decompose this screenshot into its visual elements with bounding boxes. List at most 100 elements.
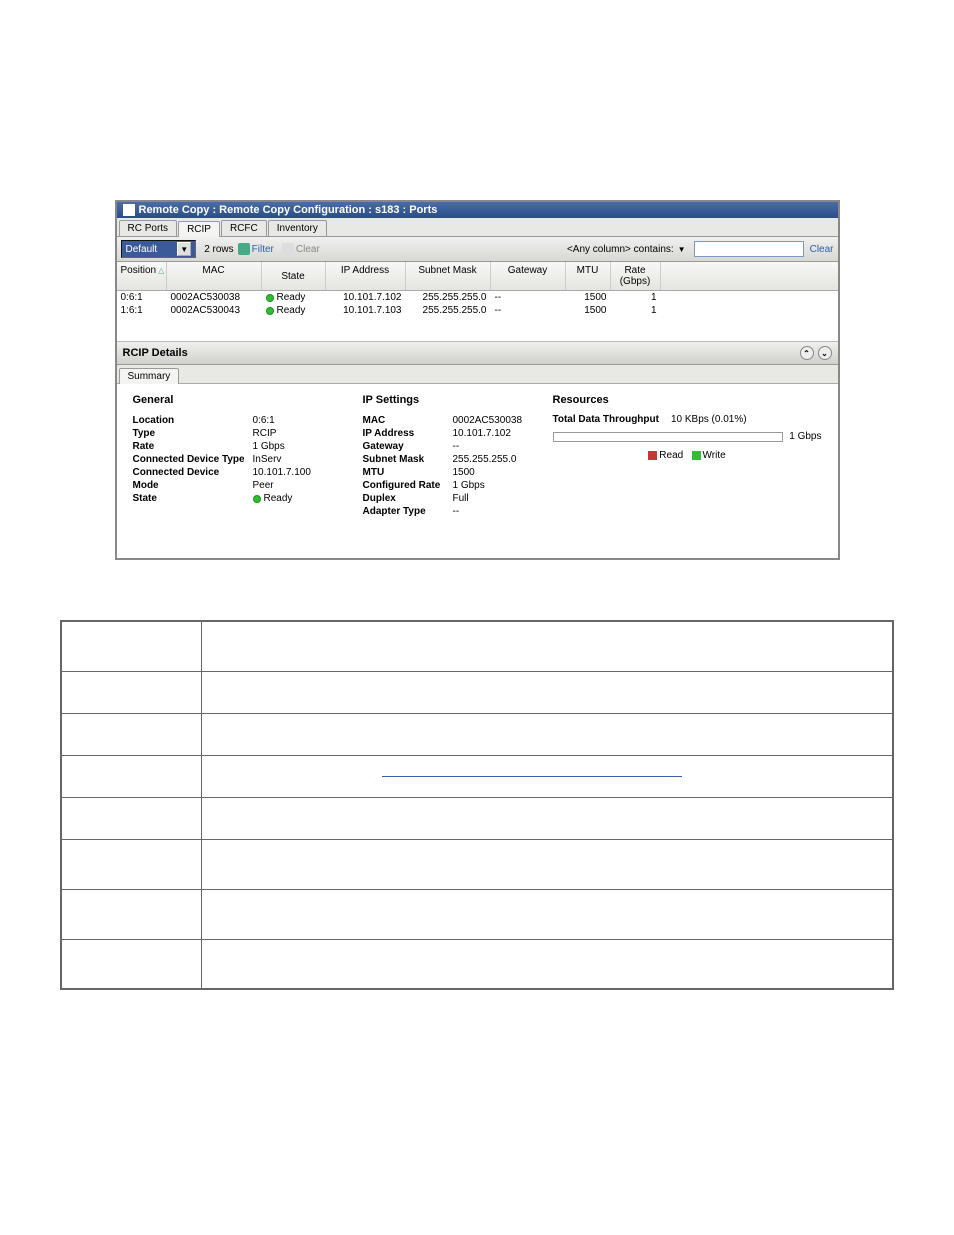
kv-key: Configured Rate	[363, 479, 453, 492]
legend: Read Write	[553, 450, 822, 461]
ip-heading: IP Settings	[363, 394, 533, 406]
kv-value: Ready	[253, 492, 343, 505]
details-tabs: Summary	[117, 365, 838, 384]
kv-key: Gateway	[363, 440, 453, 453]
tab-inventory[interactable]: Inventory	[268, 220, 327, 236]
kv-value: 10.101.7.102	[453, 427, 533, 440]
doc-cell	[201, 713, 893, 755]
doc-cell	[201, 797, 893, 839]
table-row[interactable]: 0:6:1 0002AC530038 Ready 10.101.7.102 25…	[117, 291, 838, 304]
tab-summary[interactable]: Summary	[119, 368, 180, 384]
doc-cell	[201, 889, 893, 939]
doc-table	[60, 620, 894, 990]
cell-mac: 0002AC530038	[167, 291, 262, 304]
kv-row: ModePeer	[133, 479, 343, 492]
kv-key: Subnet Mask	[363, 453, 453, 466]
cell-ip: 10.101.7.102	[326, 291, 406, 304]
clear-search-link[interactable]: Clear	[810, 244, 834, 255]
grid-header: Position△ MAC State IP Address Subnet Ma…	[117, 262, 838, 291]
app-window: Remote Copy : Remote Copy Configuration …	[115, 200, 840, 560]
throughput-label: Total Data Throughput	[553, 414, 659, 425]
kv-value: 255.255.255.0	[453, 453, 533, 466]
doc-cell	[61, 671, 201, 713]
cell-gateway: --	[491, 304, 566, 317]
tab-rc-ports[interactable]: RC Ports	[119, 220, 178, 236]
col-mac[interactable]: MAC	[167, 262, 262, 290]
col-position[interactable]: Position△	[117, 262, 167, 290]
kv-row: TypeRCIP	[133, 427, 343, 440]
kv-row: MTU1500	[363, 466, 533, 479]
toolbar: Default ▼ 2 rows Filter Clear <Any colum…	[117, 237, 838, 262]
search-input[interactable]	[694, 241, 804, 257]
kv-key: Location	[133, 414, 253, 427]
doc-cell	[61, 939, 201, 989]
tab-rcfc[interactable]: RCFC	[221, 220, 267, 236]
kv-value: 1 Gbps	[253, 440, 343, 453]
cell-rate: 1	[611, 291, 661, 304]
kv-value: 0002AC530038	[453, 414, 533, 427]
resources-panel: Resources Total Data Throughput 10 KBps …	[553, 394, 822, 518]
kv-value: 0:6:1	[253, 414, 343, 427]
doc-cell	[201, 755, 893, 797]
kv-key: Duplex	[363, 492, 453, 505]
cell-mtu: 1500	[566, 304, 611, 317]
kv-value: 10.101.7.100	[253, 466, 343, 479]
doc-cell	[61, 755, 201, 797]
col-mtu[interactable]: MTU	[566, 262, 611, 290]
doc-cell	[61, 889, 201, 939]
kv-row: MAC0002AC530038	[363, 414, 533, 427]
details-body: General Location0:6:1TypeRCIPRate1 GbpsC…	[117, 384, 838, 558]
kv-value: Full	[453, 492, 533, 505]
resources-heading: Resources	[553, 394, 822, 406]
chevron-down-icon[interactable]: ▼	[678, 245, 686, 254]
status-dot-icon	[253, 495, 261, 503]
kv-key: State	[133, 492, 253, 505]
cell-mask: 255.255.255.0	[406, 291, 491, 304]
cell-mtu: 1500	[566, 291, 611, 304]
status-dot-icon	[266, 307, 274, 315]
legend-read-swatch	[648, 451, 657, 460]
search-label: <Any column> contains:	[567, 244, 674, 255]
kv-key: Mode	[133, 479, 253, 492]
doc-cell	[61, 839, 201, 889]
view-combo[interactable]: Default ▼	[121, 240, 197, 258]
ip-settings-panel: IP Settings MAC0002AC530038IP Address10.…	[363, 394, 533, 518]
kv-key: IP Address	[363, 427, 453, 440]
kv-key: Rate	[133, 440, 253, 453]
kv-row: StateReady	[133, 492, 343, 505]
tab-rcip[interactable]: RCIP	[178, 221, 220, 237]
col-state[interactable]: State	[262, 262, 326, 290]
kv-value: InServ	[253, 453, 343, 466]
cell-rate: 1	[611, 304, 661, 317]
kv-row: IP Address10.101.7.102	[363, 427, 533, 440]
doc-cell	[201, 621, 893, 671]
chevron-down-icon: ▼	[177, 242, 191, 256]
cell-mask: 255.255.255.0	[406, 304, 491, 317]
kv-row: Rate1 Gbps	[133, 440, 343, 453]
kv-key: MAC	[363, 414, 453, 427]
kv-row: Adapter Type--	[363, 505, 533, 518]
col-mask[interactable]: Subnet Mask	[406, 262, 491, 290]
collapse-up-icon[interactable]: ⌃	[800, 346, 814, 360]
table-row[interactable]: 1:6:1 0002AC530043 Ready 10.101.7.103 25…	[117, 304, 838, 317]
window-title: Remote Copy : Remote Copy Configuration …	[139, 204, 438, 216]
col-gateway[interactable]: Gateway	[491, 262, 566, 290]
filter-icon	[238, 243, 250, 255]
doc-cell	[61, 621, 201, 671]
cell-position: 0:6:1	[117, 291, 167, 304]
kv-value: 1500	[453, 466, 533, 479]
col-rate[interactable]: Rate (Gbps)	[611, 262, 661, 290]
app-icon	[123, 204, 135, 216]
status-dot-icon	[266, 294, 274, 302]
general-panel: General Location0:6:1TypeRCIPRate1 GbpsC…	[133, 394, 343, 518]
kv-row: Connected Device10.101.7.100	[133, 466, 343, 479]
cell-gateway: --	[491, 291, 566, 304]
kv-key: MTU	[363, 466, 453, 479]
kv-row: Connected Device TypeInServ	[133, 453, 343, 466]
filter-link[interactable]: Filter	[252, 244, 274, 255]
expand-down-icon[interactable]: ⌄	[818, 346, 832, 360]
col-ip[interactable]: IP Address	[326, 262, 406, 290]
clear-link[interactable]: Clear	[296, 244, 320, 255]
legend-write-label: Write	[703, 450, 726, 461]
kv-row: Gateway--	[363, 440, 533, 453]
